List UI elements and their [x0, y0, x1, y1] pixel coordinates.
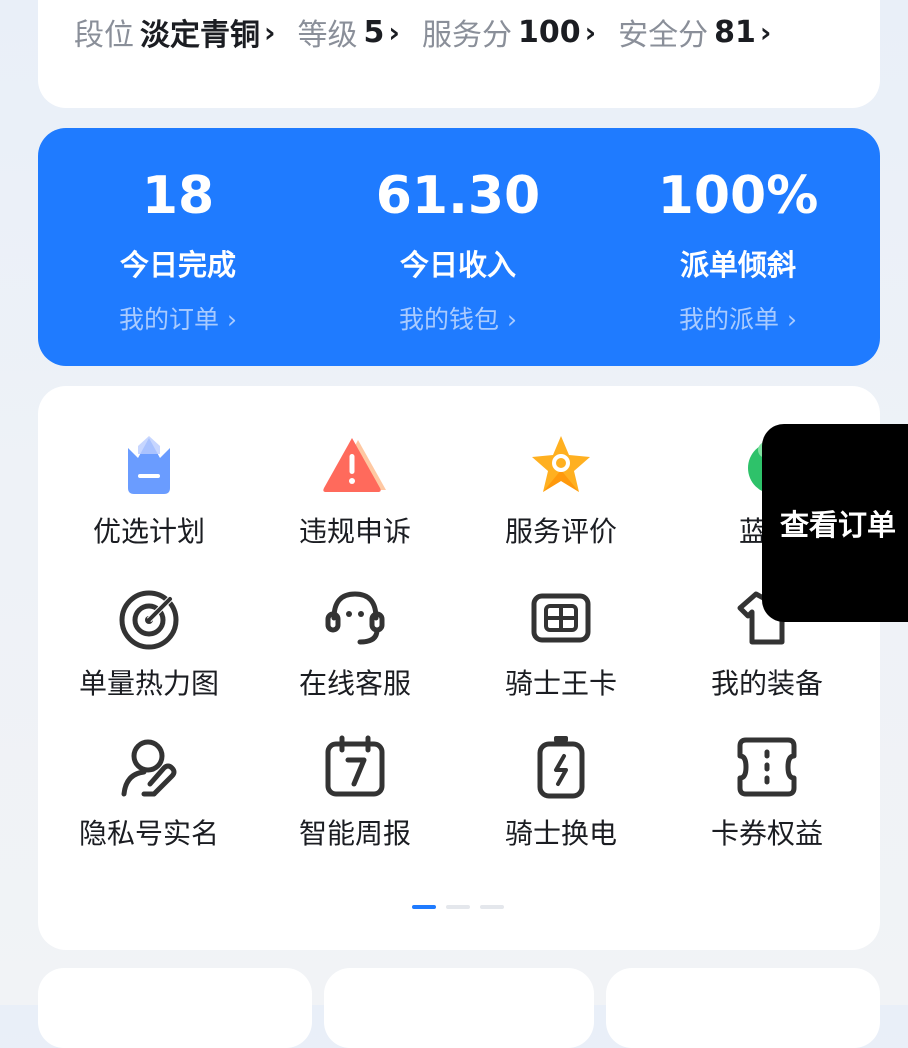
view-orders-label: 查看订单: [780, 508, 897, 542]
stats-card: 18 今日完成 我的订单 › 61.30 今日收入 我的钱包 › 100% 派单…: [38, 128, 880, 366]
stat-title: 今日收入: [399, 248, 516, 282]
menu-label: 我的装备: [710, 667, 823, 700]
level-value: 5: [363, 14, 385, 50]
stat-dispatch-priority[interactable]: 100% 派单倾斜 我的派单 ›: [598, 128, 878, 336]
bottom-card-3[interactable]: [606, 968, 880, 1048]
sim-card-icon: [531, 593, 591, 643]
safety-score-value: 81: [714, 14, 756, 50]
bottom-card-1[interactable]: [38, 968, 312, 1048]
stat-value: 100%: [657, 166, 819, 226]
rank-row: 段位 淡定青铜 › 等级 5 › 服务分 100 › 安全分 81 ›: [74, 10, 793, 54]
menu-item-order-heatmap[interactable]: 单量热力图: [46, 582, 252, 702]
rank-item-level[interactable]: 等级 5 ›: [298, 10, 400, 54]
menu-item-violation-appeal[interactable]: 违规申诉: [252, 430, 458, 550]
bottom-card-2[interactable]: [324, 968, 594, 1048]
level-label: 等级: [297, 18, 358, 53]
stat-title: 派单倾斜: [679, 248, 796, 282]
crown-basket-icon: [128, 436, 170, 494]
tier-value: 淡定青铜: [140, 18, 260, 53]
rank-item-service-score[interactable]: 服务分 100 ›: [422, 10, 596, 54]
menu-label: 隐私号实名: [78, 817, 219, 850]
warning-icon: [323, 438, 386, 492]
menu-item-preferred-plan[interactable]: 优选计划: [46, 430, 252, 550]
target-icon: [119, 590, 179, 650]
menu-label: 服务评价: [504, 515, 617, 548]
stat-today-completed[interactable]: 18 今日完成 我的订单 ›: [38, 128, 318, 336]
menu-label: 单量热力图: [78, 667, 219, 700]
menu-label: 违规申诉: [298, 515, 411, 548]
menu-label: 骑士王卡: [504, 667, 617, 700]
menu-item-weekly-report[interactable]: 智能周报: [252, 732, 458, 852]
menu-item-battery-swap[interactable]: 骑士换电: [458, 732, 664, 852]
chevron-right-icon: ›: [388, 15, 400, 49]
stat-title: 今日完成: [119, 248, 236, 282]
star-icon: [532, 436, 590, 492]
rank-item-safety-score[interactable]: 安全分 81 ›: [618, 10, 771, 54]
stat-value: 18: [141, 166, 215, 226]
page-dot-active: [412, 905, 436, 909]
menu-label: 智能周报: [298, 817, 411, 850]
menu-item-rider-sim-card[interactable]: 骑士王卡: [458, 582, 664, 702]
my-wallet-link[interactable]: 我的钱包 ›: [318, 300, 598, 336]
safety-score-label: 安全分: [618, 18, 709, 53]
menu-item-online-service[interactable]: 在线客服: [252, 582, 458, 702]
rank-card: 段位 淡定青铜 › 等级 5 › 服务分 100 › 安全分 81 ›: [38, 0, 880, 108]
chevron-right-icon: ›: [264, 15, 276, 49]
menu-item-coupons[interactable]: 卡券权益: [664, 732, 870, 852]
user-edit-icon: [121, 739, 177, 797]
headset-icon: [325, 591, 385, 645]
menu-label: 优选计划: [92, 515, 205, 548]
tier-label: 段位: [74, 18, 134, 53]
view-orders-float-button[interactable]: 查看订单: [762, 424, 908, 622]
my-orders-link[interactable]: 我的订单 ›: [38, 300, 318, 336]
page-dot: [480, 905, 504, 909]
function-grid-card: 优选计划 违规申诉 服务评价 蓝色: [38, 386, 880, 950]
menu-label: 骑士换电: [504, 817, 617, 850]
menu-label: 在线客服: [298, 667, 411, 700]
coupon-icon: [737, 737, 797, 797]
rank-item-tier[interactable]: 段位 淡定青铜 ›: [74, 10, 276, 54]
stat-value: 61.30: [375, 166, 541, 226]
stat-today-income[interactable]: 61.30 今日收入 我的钱包 ›: [318, 128, 598, 336]
page-indicator: [412, 905, 504, 909]
service-score-label: 服务分: [421, 18, 512, 53]
menu-label: 卡券权益: [710, 817, 823, 850]
my-dispatch-link[interactable]: 我的派单 ›: [598, 300, 878, 336]
menu-item-service-rating[interactable]: 服务评价: [458, 430, 664, 550]
menu-item-privacy-verification[interactable]: 隐私号实名: [46, 732, 252, 852]
chevron-right-icon: ›: [584, 15, 597, 49]
battery-icon: [537, 736, 585, 799]
page-dot: [446, 905, 470, 909]
calendar-icon: [325, 735, 385, 797]
chevron-right-icon: ›: [759, 15, 772, 49]
service-score-value: 100: [517, 14, 581, 50]
